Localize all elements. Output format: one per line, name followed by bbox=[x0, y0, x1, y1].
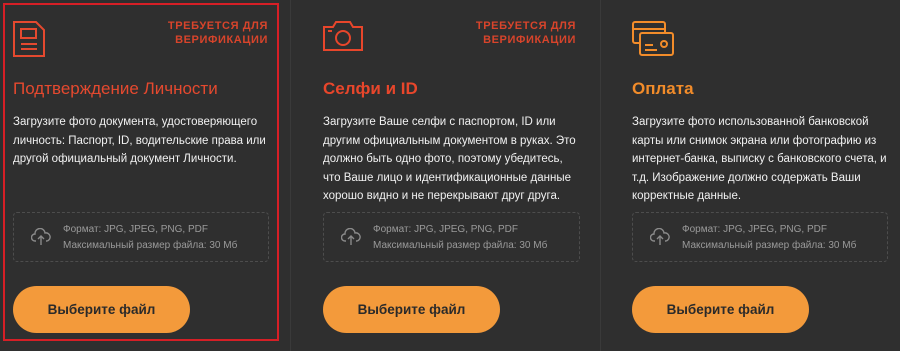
credit-cards-icon bbox=[631, 20, 675, 63]
choose-file-button[interactable]: Выберите файл bbox=[13, 286, 190, 333]
verification-badge: ТРЕБУЕТСЯ ДЛЯ ВЕРИФИКАЦИИ bbox=[475, 20, 576, 46]
upload-cards: ТРЕБУЕТСЯ ДЛЯ ВЕРИФИКАЦИИ Подтверждение Л… bbox=[0, 0, 900, 351]
card-title: Подтверждение Личности bbox=[13, 79, 218, 98]
card-description: Загрузите фото документа, удостоверяющег… bbox=[13, 116, 266, 165]
max-size-text: Максимальный размер файла: 30 Мб bbox=[373, 240, 548, 251]
card-description: Загрузите фото использованной банковской… bbox=[632, 116, 887, 202]
cloud-upload-icon bbox=[30, 227, 51, 251]
choose-file-button[interactable]: Выберите файл bbox=[323, 286, 500, 333]
format-text: Формат: JPG, JPEG, PNG, PDF bbox=[682, 224, 827, 235]
camera-icon bbox=[322, 20, 364, 57]
card-description: Загрузите Ваше селфи с паспортом, ID или… bbox=[323, 116, 576, 202]
cloud-upload-icon bbox=[340, 227, 361, 251]
max-size-text: Максимальный размер файла: 30 Мб bbox=[63, 240, 238, 251]
cloud-upload-icon bbox=[649, 227, 670, 251]
format-text: Формат: JPG, JPEG, PNG, PDF bbox=[63, 224, 208, 235]
file-dropzone[interactable]: Формат: JPG, JPEG, PNG, PDF Максимальный… bbox=[323, 212, 580, 262]
format-text: Формат: JPG, JPEG, PNG, PDF bbox=[373, 224, 518, 235]
max-size-text: Максимальный размер файла: 30 Мб bbox=[682, 240, 857, 251]
card-identity[interactable]: ТРЕБУЕТСЯ ДЛЯ ВЕРИФИКАЦИИ Подтверждение Л… bbox=[0, 0, 290, 351]
verification-badge: ТРЕБУЕТСЯ ДЛЯ ВЕРИФИКАЦИИ bbox=[167, 20, 268, 46]
file-dropzone[interactable]: Формат: JPG, JPEG, PNG, PDF Максимальный… bbox=[632, 212, 888, 262]
card-title: Селфи и ID bbox=[323, 79, 418, 98]
choose-file-button[interactable]: Выберите файл bbox=[632, 286, 809, 333]
card-selfie-id[interactable]: ТРЕБУЕТСЯ ДЛЯ ВЕРИФИКАЦИИ Селфи и ID Загр… bbox=[290, 0, 600, 351]
card-payment[interactable]: Оплата Загрузите фото использованной бан… bbox=[600, 0, 900, 351]
document-icon bbox=[12, 20, 46, 63]
card-title: Оплата bbox=[632, 79, 694, 98]
file-dropzone[interactable]: Формат: JPG, JPEG, PNG, PDF Максимальный… bbox=[13, 212, 269, 262]
